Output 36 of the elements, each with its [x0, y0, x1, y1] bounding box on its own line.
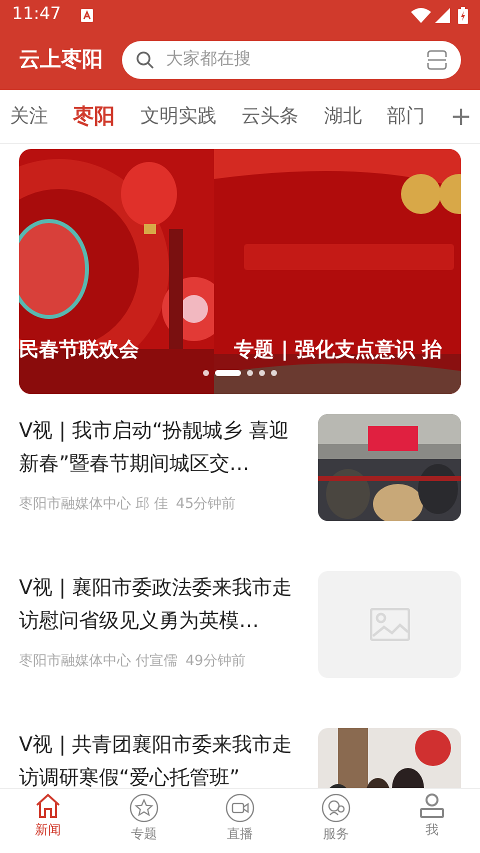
nav-tab[interactable]: 直播: [192, 789, 288, 853]
signal-icon: [435, 8, 450, 22]
news-time: 49分钟前: [185, 652, 246, 671]
nav-tab[interactable]: 服务: [288, 789, 384, 853]
channel-tab[interactable]: 云头条: [242, 102, 299, 131]
news-title[interactable]: V视 | 我市启动“扮靓城乡 喜迎新春”暨春节期间城区交…: [19, 414, 302, 480]
wifi-icon: [411, 8, 431, 22]
home-icon: [35, 793, 61, 819]
image-icon: [370, 608, 410, 641]
channel-tab[interactable]: 枣阳: [73, 100, 116, 132]
nav-tab[interactable]: 专题: [96, 789, 192, 853]
news-time: 45分钟前: [176, 495, 236, 514]
channel-tab[interactable]: 部门: [386, 102, 425, 131]
notification-icon: [81, 8, 93, 22]
search-icon: [136, 51, 154, 69]
battery-icon: [458, 6, 468, 24]
app-logo: 云上枣阳: [19, 46, 103, 74]
nav-tab[interactable]: 新闻: [0, 789, 96, 853]
banner-caption: 民春节联欢会: [19, 336, 139, 363]
news-title[interactable]: V视 | 共青团襄阳市委来我市走访调研寒假“爱心托管班”: [19, 728, 302, 788]
channel-tab[interactable]: 湖北: [324, 102, 362, 131]
news-title[interactable]: V视 | 襄阳市委政法委来我市走访慰问省级见义勇为英模…: [19, 571, 302, 637]
news-source: 枣阳市融媒体中心 邱 佳: [19, 495, 168, 514]
banner-caption: 专题 | 强化支点意识 抬: [234, 336, 442, 363]
video-camera-icon: [225, 793, 255, 823]
service-icon: [321, 793, 351, 823]
channel-tab[interactable]: 关注: [10, 102, 48, 131]
scan-icon[interactable]: [427, 50, 447, 70]
add-channel-button[interactable]: +: [450, 104, 472, 130]
nav-tab[interactable]: 我: [384, 789, 480, 853]
user-icon: [419, 793, 445, 819]
search-field[interactable]: 大家都在搜: [122, 41, 461, 79]
search-input[interactable]: 大家都在搜: [164, 46, 417, 74]
channel-tab[interactable]: 文明实践: [140, 102, 216, 131]
status-time: 11:47: [12, 3, 61, 26]
news-source: 枣阳市融媒体中心 付宣儒: [19, 652, 178, 671]
